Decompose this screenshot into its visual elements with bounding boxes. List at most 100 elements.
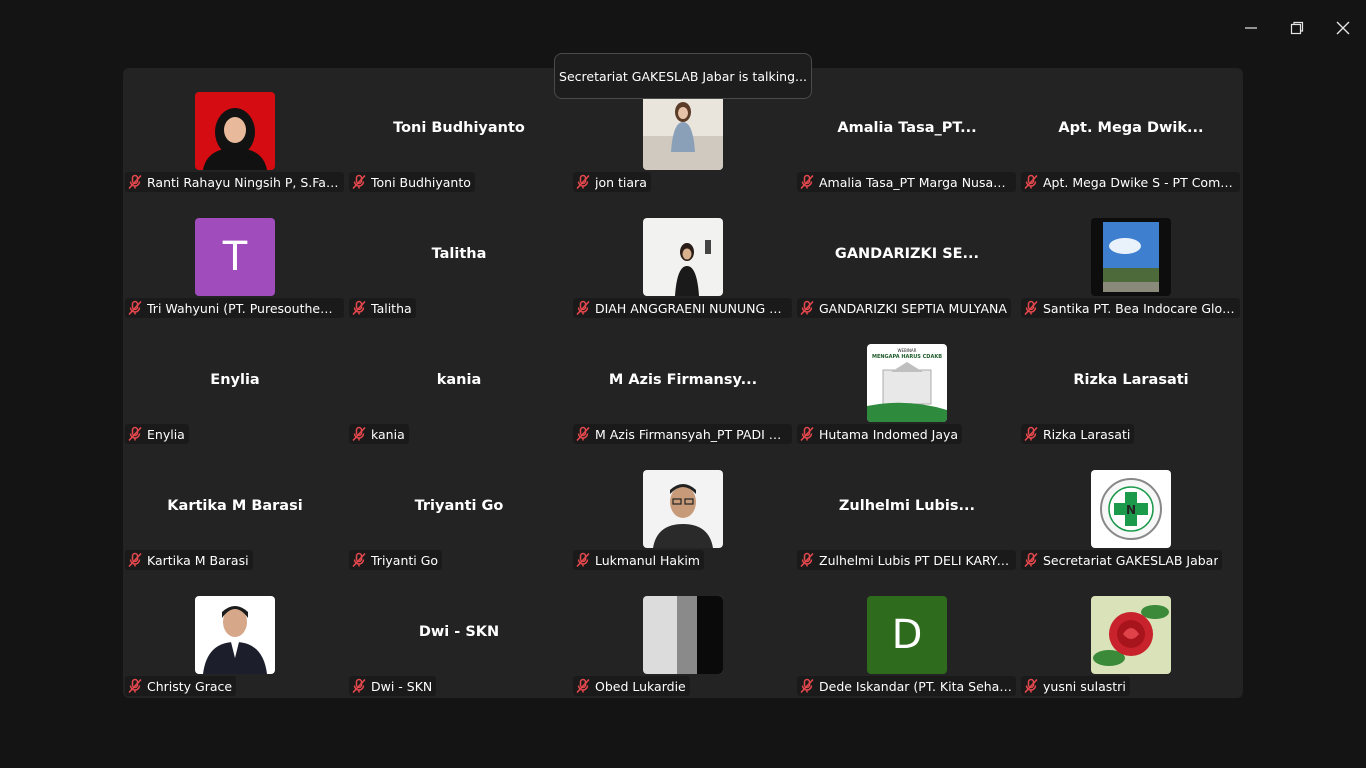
participant-avatar: WEBINAR MENGAPA HARUS CDAKB — [867, 344, 947, 422]
participant-tile[interactable]: Talitha Talitha — [347, 194, 571, 320]
participant-name-label: GANDARIZKI SEPTIA MULYANA — [797, 298, 1011, 318]
participant-name: Zulhelmi Lubis PT DELI KARYA PR... — [819, 552, 1012, 568]
participant-name-label: Ranti Rahayu Ningsih P, S.Farm — [125, 172, 344, 192]
minimize-button[interactable] — [1240, 18, 1262, 38]
participant-tile[interactable]: Lukmanul Hakim — [571, 446, 795, 572]
minimize-icon — [1245, 27, 1257, 29]
muted-microphone-icon — [800, 300, 814, 316]
participant-name-label: Lukmanul Hakim — [573, 550, 704, 570]
muted-microphone-icon — [128, 678, 142, 694]
muted-microphone-icon — [352, 174, 366, 190]
active-speaker-toast: Secretariat GAKESLAB Jabar is talking... — [554, 53, 812, 99]
participant-name-label: kania — [349, 424, 409, 444]
participant-tile[interactable]: N Secretariat GAKESLAB Jabar — [1019, 446, 1243, 572]
maximize-icon — [1290, 21, 1304, 35]
participant-name-label: Christy Grace — [125, 676, 237, 696]
participant-name-label: Secretariat GAKESLAB Jabar — [1021, 550, 1223, 570]
participant-tile[interactable]: Ranti Rahayu Ningsih P, S.Farm — [123, 68, 347, 194]
participant-tile[interactable]: Triyanti Go Triyanti Go — [347, 446, 571, 572]
participant-avatar: N — [1091, 470, 1171, 548]
participant-tile[interactable]: Rizka Larasati Rizka Larasati — [1019, 320, 1243, 446]
muted-microphone-icon — [576, 300, 590, 316]
muted-microphone-icon — [576, 552, 590, 568]
participant-tile[interactable]: Obed Lukardie — [571, 572, 795, 698]
participant-name-label: Kartika M Barasi — [125, 550, 253, 570]
participant-tile[interactable]: Christy Grace — [123, 572, 347, 698]
participant-tile[interactable]: Apt. Mega Dwik... Apt. Mega Dwike S - PT … — [1019, 68, 1243, 194]
participant-tile[interactable]: D Dede Iskandar (PT. Kita Sehati G... — [795, 572, 1019, 698]
participant-avatar — [643, 218, 723, 296]
participant-display-name: Amalia Tasa_PT... — [837, 120, 977, 136]
participant-avatar — [1091, 218, 1171, 296]
participant-display-name: Enylia — [210, 372, 260, 388]
participant-tile[interactable]: kania kania — [347, 320, 571, 446]
muted-microphone-icon — [800, 426, 814, 442]
participant-display-name: Dwi - SKN — [418, 624, 500, 640]
participant-avatar: T — [195, 218, 275, 296]
participant-tile[interactable]: DIAH ANGGRAENI NUNUNG PAT... — [571, 194, 795, 320]
participant-tile[interactable]: Dwi - SKN Dwi - SKN — [347, 572, 571, 698]
participant-tile[interactable]: Amalia Tasa_PT... Amalia Tasa_PT Marga Nu… — [795, 68, 1019, 194]
participant-name-label: Apt. Mega Dwike S - PT Combi P... — [1021, 172, 1240, 192]
participant-avatar — [1091, 596, 1171, 674]
muted-microphone-icon — [576, 678, 590, 694]
participant-name: jon tiara — [595, 174, 647, 190]
participant-tile[interactable]: WEBINAR MENGAPA HARUS CDAKB Hutama Indomed… — [795, 320, 1019, 446]
participant-display-name: Kartika M Barasi — [167, 498, 303, 514]
participant-tile[interactable]: Enylia Enylia — [123, 320, 347, 446]
close-button[interactable] — [1332, 18, 1354, 38]
participant-name-label: Rizka Larasati — [1021, 424, 1135, 444]
participant-name: Apt. Mega Dwike S - PT Combi P... — [1043, 174, 1236, 190]
participant-name-label: Talitha — [349, 298, 416, 318]
participant-name: Christy Grace — [147, 678, 233, 694]
muted-microphone-icon — [576, 426, 590, 442]
participant-name-label: DIAH ANGGRAENI NUNUNG PAT... — [573, 298, 792, 318]
participant-name: Triyanti Go — [371, 552, 439, 568]
participant-display-name: Rizka Larasati — [1073, 372, 1189, 388]
muted-microphone-icon — [128, 426, 142, 442]
participant-display-name: Toni Budhiyanto — [393, 120, 525, 136]
participant-name-label: M Azis Firmansyah_PT PADI HIJA... — [573, 424, 792, 444]
participant-name: yusni sulastri — [1043, 678, 1126, 694]
participant-name-label: Zulhelmi Lubis PT DELI KARYA PR... — [797, 550, 1016, 570]
participant-display-name: Apt. Mega Dwik... — [1058, 120, 1204, 136]
muted-microphone-icon — [1024, 552, 1038, 568]
participant-tile[interactable]: GANDARIZKI SE... GANDARIZKI SEPTIA MULYAN… — [795, 194, 1019, 320]
participant-tile[interactable]: Zulhelmi Lubis... Zulhelmi Lubis PT DELI … — [795, 446, 1019, 572]
participant-name: kania — [371, 426, 405, 442]
participant-name: Lukmanul Hakim — [595, 552, 700, 568]
participant-avatar — [643, 470, 723, 548]
participant-tile[interactable]: yusni sulastri — [1019, 572, 1243, 698]
participant-name: Tri Wahyuni (PT. Puresoutheast A... — [147, 300, 340, 316]
participant-gallery: Ranti Rahayu Ningsih P, S.Farm Toni Budhi… — [123, 68, 1243, 698]
participant-name-label: Toni Budhiyanto — [349, 172, 475, 192]
participant-name-label: Tri Wahyuni (PT. Puresoutheast A... — [125, 298, 344, 318]
muted-microphone-icon — [128, 174, 142, 190]
participant-name-label: Dede Iskandar (PT. Kita Sehati G... — [797, 676, 1016, 696]
participant-display-name: M Azis Firmansy... — [608, 372, 758, 388]
svg-text:N: N — [1126, 503, 1136, 517]
participant-name-label: Amalia Tasa_PT Marga Nusantar... — [797, 172, 1016, 192]
participant-name-label: Santika PT. Bea Indocare Global — [1021, 298, 1240, 318]
restore-button[interactable] — [1286, 18, 1308, 38]
muted-microphone-icon — [352, 426, 366, 442]
participant-name: Rizka Larasati — [1043, 426, 1131, 442]
participant-name: Dede Iskandar (PT. Kita Sehati G... — [819, 678, 1012, 694]
participant-tile[interactable]: Toni Budhiyanto Toni Budhiyanto — [347, 68, 571, 194]
participant-avatar: D — [867, 596, 947, 674]
muted-microphone-icon — [800, 552, 814, 568]
participant-tile[interactable]: Kartika M Barasi Kartika M Barasi — [123, 446, 347, 572]
avatar-initial: T — [222, 234, 248, 280]
participant-tile[interactable]: M Azis Firmansy... M Azis Firmansyah_PT P… — [571, 320, 795, 446]
participant-name: Hutama Indomed Jaya — [819, 426, 959, 442]
participant-name: Obed Lukardie — [595, 678, 686, 694]
muted-microphone-icon — [576, 174, 590, 190]
muted-microphone-icon — [352, 552, 366, 568]
participant-tile[interactable]: T Tri Wahyuni (PT. Puresoutheast A... — [123, 194, 347, 320]
muted-microphone-icon — [800, 678, 814, 694]
muted-microphone-icon — [1024, 174, 1038, 190]
participant-name-label: Obed Lukardie — [573, 676, 690, 696]
participant-tile[interactable]: Santika PT. Bea Indocare Global — [1019, 194, 1243, 320]
muted-microphone-icon — [128, 300, 142, 316]
muted-microphone-icon — [352, 678, 366, 694]
